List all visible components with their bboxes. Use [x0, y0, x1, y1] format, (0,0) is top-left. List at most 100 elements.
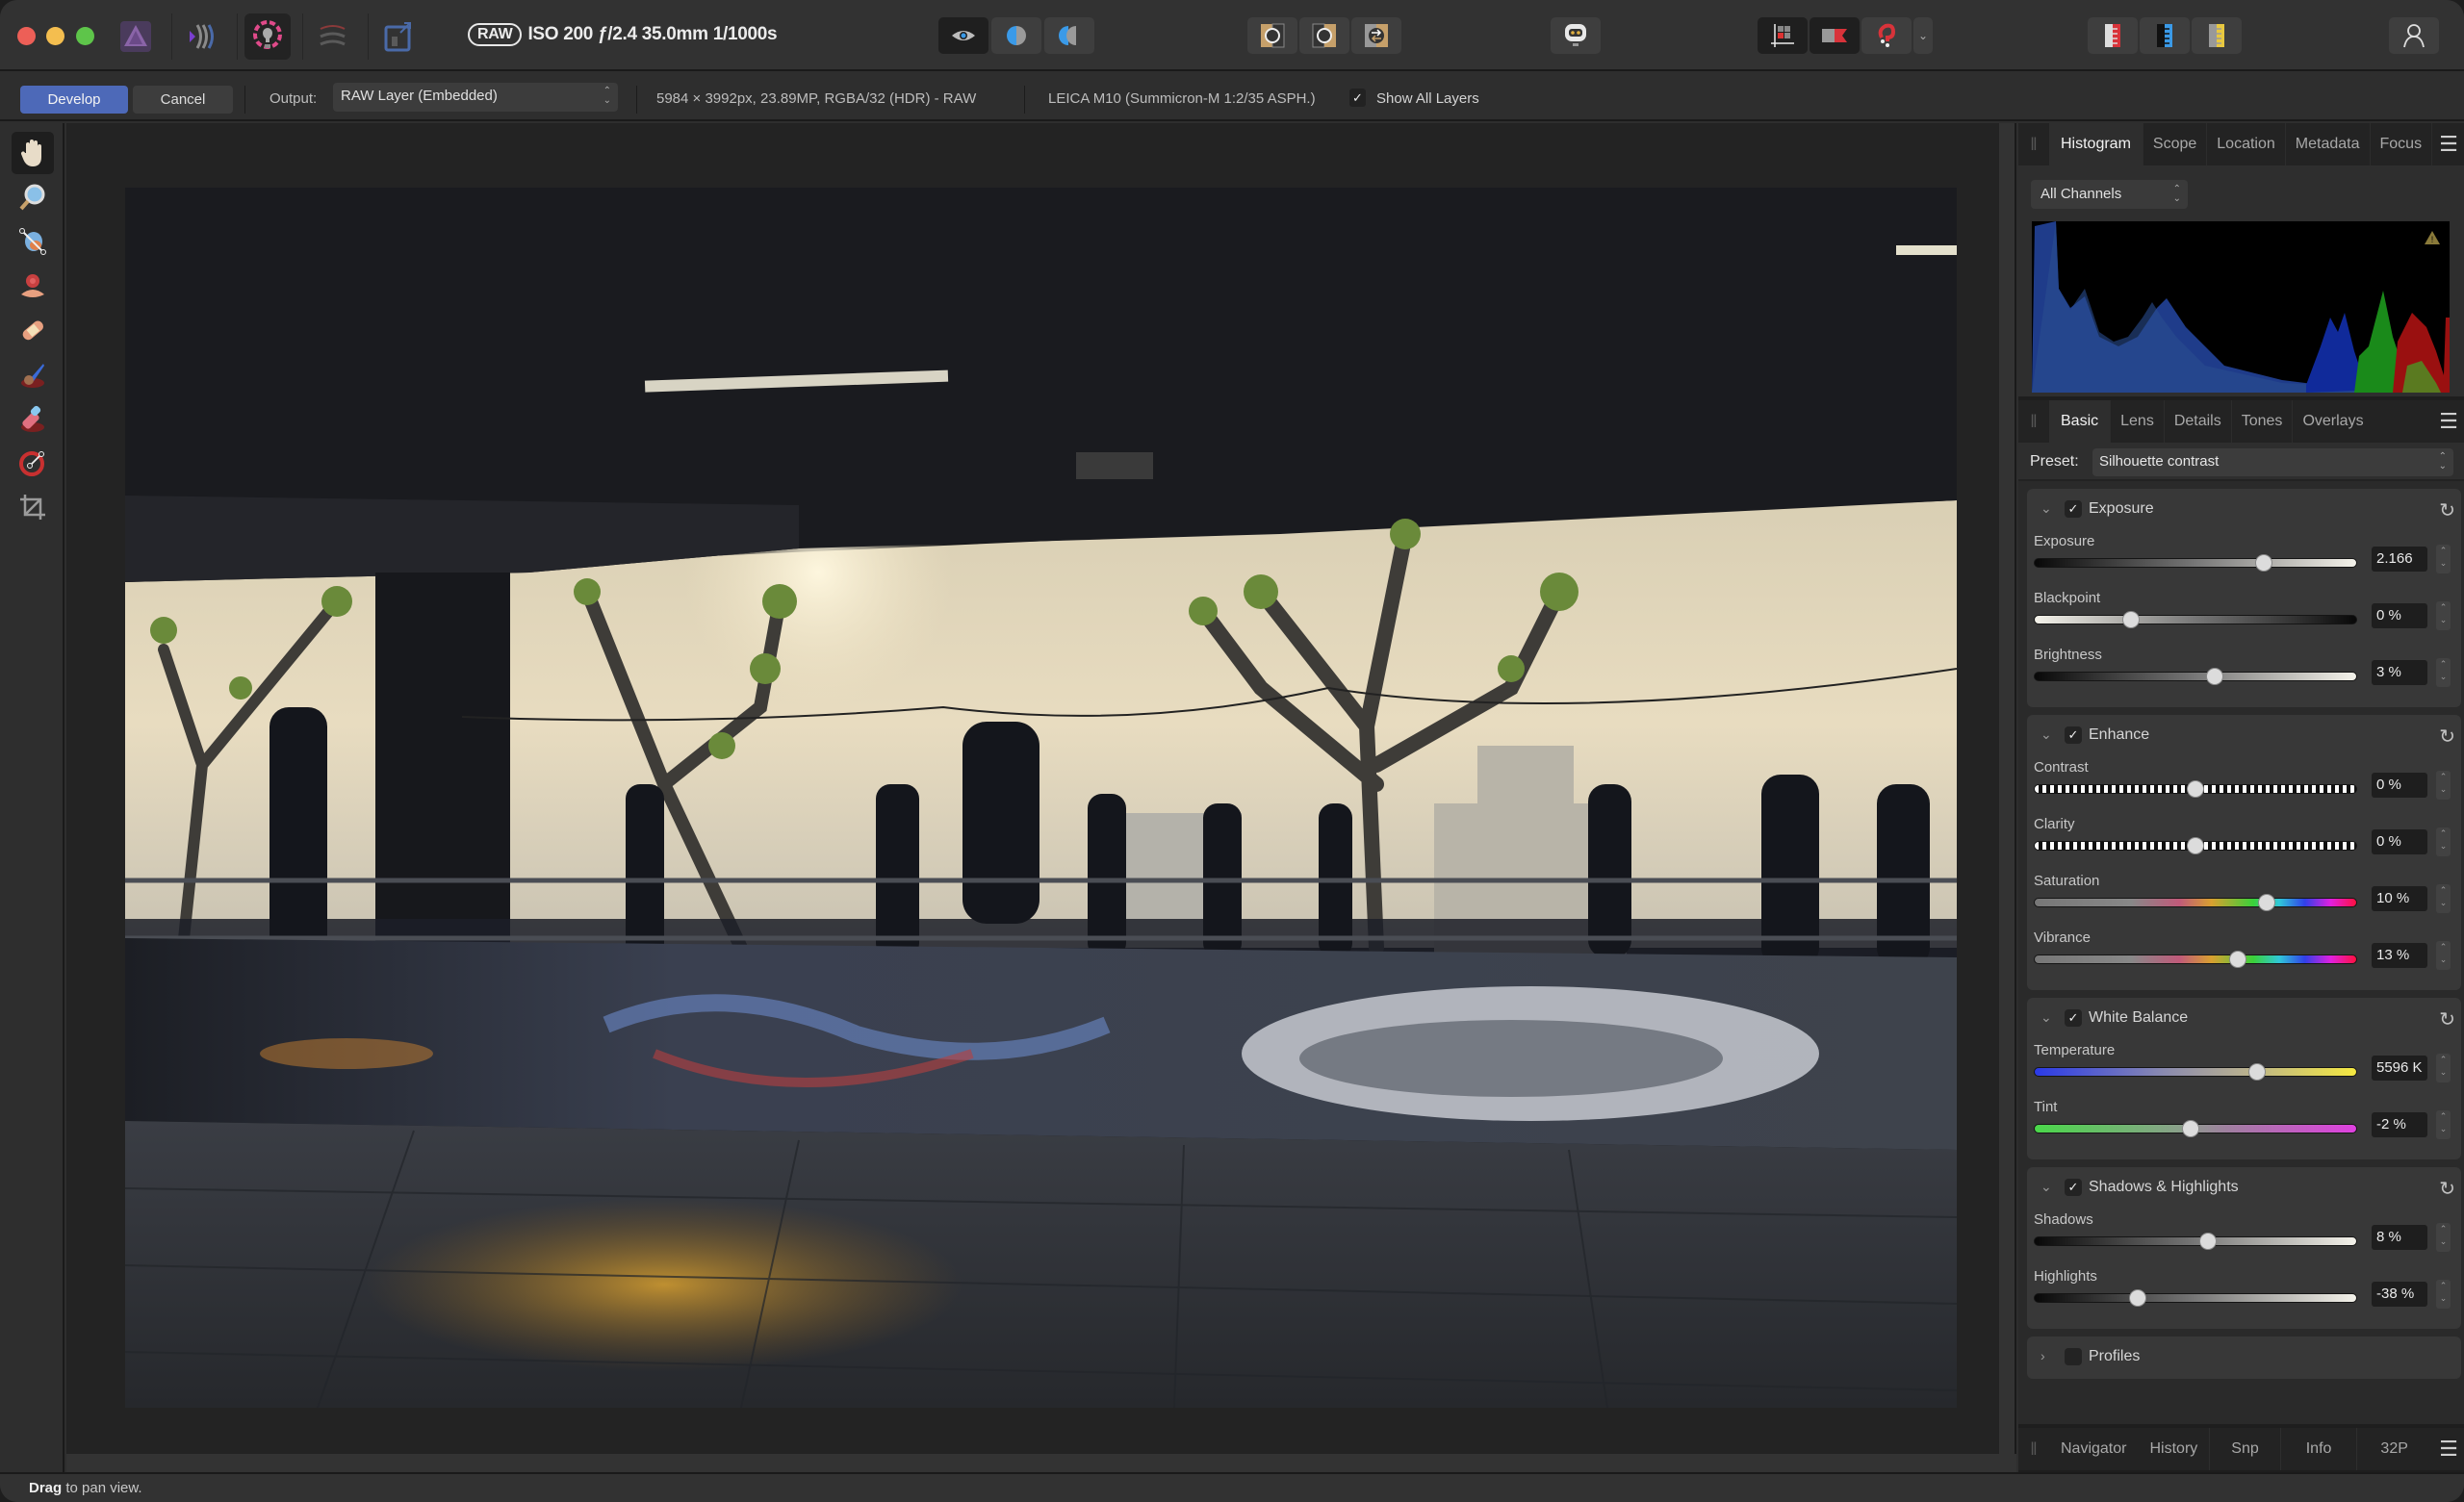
chevron-right-icon[interactable]: › [2040, 1348, 2045, 1363]
slider-thumb[interactable] [2187, 780, 2204, 798]
chevron-up-icon[interactable]: ⌃ [2440, 942, 2448, 952]
mirror-view-button[interactable] [1044, 17, 1094, 54]
slider-value-field[interactable]: 13 % [2372, 943, 2427, 968]
chevron-down-icon[interactable]: ⌄ [2440, 1124, 2448, 1133]
slider-thumb[interactable] [2257, 894, 2275, 911]
clipped-tones-button[interactable] [1758, 17, 1808, 54]
slider-thumb[interactable] [2128, 1289, 2146, 1307]
slider-stepper[interactable]: ⌃ ⌄ [2436, 1110, 2451, 1139]
panel-menu-icon[interactable]: ☰ [2433, 123, 2464, 165]
slider-value-field[interactable]: 0 % [2372, 603, 2427, 628]
chevron-up-icon[interactable]: ⌃ [2440, 1281, 2448, 1290]
slider-thumb[interactable] [2247, 1063, 2266, 1081]
grip-icon[interactable]: ‖ [2018, 123, 2049, 165]
account-button[interactable] [2389, 17, 2439, 54]
preset-select[interactable]: Silhouette contrast ⌃ ⌄ [2092, 448, 2453, 476]
paste-settings-button[interactable] [1299, 17, 1349, 54]
group-header[interactable]: ⌄ ✓ Enhance ↻ [2027, 715, 2461, 755]
slider-track[interactable] [2034, 558, 2357, 568]
tab-scope[interactable]: Scope [2143, 123, 2208, 165]
slider-track[interactable] [2034, 1293, 2357, 1303]
clipping-options-dropdown[interactable]: ⌄ [1913, 17, 1933, 54]
canvas[interactable] [66, 123, 1999, 1454]
group-enable-checkbox[interactable]: ✓ [2065, 500, 2082, 518]
slider-stepper[interactable]: ⌃ ⌄ [2436, 545, 2451, 573]
slider-thumb[interactable] [2254, 554, 2272, 572]
slider-track[interactable] [2034, 615, 2357, 624]
tab-location[interactable]: Location [2207, 123, 2286, 165]
liquify-persona-button[interactable] [179, 13, 225, 60]
tab-focus[interactable]: Focus [2371, 123, 2433, 165]
close-window-button[interactable] [17, 27, 36, 45]
chevron-down-icon[interactable]: ⌄ [2440, 955, 2448, 964]
overlay-paint-tool[interactable] [12, 309, 54, 351]
slider-track[interactable] [2034, 672, 2357, 681]
view-tool[interactable] [12, 132, 54, 174]
blemish-removal-tool[interactable] [12, 265, 54, 307]
grip-icon[interactable]: ‖ [2018, 1428, 2049, 1470]
slider-value-field[interactable]: -38 % [2372, 1282, 2427, 1307]
chevron-down-icon[interactable]: ⌄ [2040, 500, 2052, 517]
slider-stepper[interactable]: ⌃ ⌄ [2436, 1223, 2451, 1252]
chevron-down-icon[interactable]: ⌄ [2440, 1236, 2448, 1246]
swap-settings-button[interactable] [1351, 17, 1401, 54]
grip-icon[interactable]: ‖ [2018, 400, 2049, 443]
tab-metadata[interactable]: Metadata [2286, 123, 2371, 165]
panel-menu-icon[interactable]: ☰ [2433, 1428, 2464, 1470]
tab-histogram[interactable]: Histogram [2049, 123, 2143, 165]
chevron-down-icon[interactable]: ⌄ [2040, 1009, 2052, 1026]
tab-snapshots[interactable]: Snp [2210, 1428, 2281, 1470]
export-persona-button[interactable] [375, 13, 422, 60]
tab-navigator[interactable]: Navigator [2049, 1428, 2138, 1470]
slider-thumb[interactable] [2228, 951, 2246, 968]
group-enable-checkbox[interactable] [2065, 1348, 2082, 1365]
slider-stepper[interactable]: ⌃ ⌄ [2436, 1054, 2451, 1082]
slider-track[interactable] [2034, 1236, 2357, 1246]
chevron-up-icon[interactable]: ⌃ [2440, 659, 2448, 669]
chevron-down-icon[interactable]: ⌄ [2440, 558, 2448, 568]
copy-settings-button[interactable] [1247, 17, 1297, 54]
develop-persona-button[interactable] [244, 13, 291, 60]
slider-value-field[interactable]: 2.166 [2372, 547, 2427, 572]
clipped-shadows-button[interactable] [1861, 17, 1912, 54]
slider-stepper[interactable]: ⌃ ⌄ [2436, 771, 2451, 800]
chevron-down-icon[interactable]: ⌄ [2440, 784, 2448, 794]
slider-track[interactable] [2034, 898, 2357, 907]
chevron-down-icon[interactable]: ⌄ [2440, 898, 2448, 907]
tab-basic[interactable]: Basic [2049, 400, 2112, 443]
tab-history[interactable]: History [2138, 1428, 2211, 1470]
slider-value-field[interactable]: 5596 K [2372, 1056, 2427, 1081]
overlay-gradient-tool[interactable] [12, 442, 54, 484]
group-header[interactable]: ⌄ ✓ White Balance ↻ [2027, 998, 2461, 1038]
chevron-up-icon[interactable]: ⌃ [2440, 772, 2448, 781]
tab-32p[interactable]: 32P [2357, 1428, 2430, 1470]
yellow-channel-button[interactable] [2192, 17, 2242, 54]
reset-icon[interactable]: ↻ [2439, 1007, 2455, 1031]
slider-thumb[interactable] [2181, 1120, 2199, 1137]
chevron-down-icon[interactable]: ⌄ [2440, 1293, 2448, 1303]
reset-icon[interactable]: ↻ [2439, 498, 2455, 522]
group-header[interactable]: › Profiles [2027, 1337, 2461, 1377]
group-enable-checkbox[interactable]: ✓ [2065, 726, 2082, 744]
chevron-up-icon[interactable]: ⌃ [2440, 1224, 2448, 1234]
chevron-up-icon[interactable]: ⌃ [2440, 602, 2448, 612]
overlay-erase-tool[interactable] [12, 397, 54, 440]
group-enable-checkbox[interactable]: ✓ [2065, 1009, 2082, 1027]
output-select[interactable]: RAW Layer (Embedded) ⌃ ⌄ [333, 83, 618, 112]
chevron-up-icon[interactable]: ⌃ [2440, 1111, 2448, 1121]
slider-stepper[interactable]: ⌃ ⌄ [2436, 601, 2451, 630]
zoom-tool[interactable] [12, 176, 54, 218]
overlay-brush-tool[interactable] [12, 353, 54, 395]
channel-select[interactable]: All Channels ⌃ ⌄ [2031, 180, 2188, 209]
slider-value-field[interactable]: 8 % [2372, 1225, 2427, 1250]
chevron-down-icon[interactable]: ⌄ [2440, 1067, 2448, 1077]
maximize-window-button[interactable] [76, 27, 94, 45]
slider-thumb[interactable] [2187, 837, 2204, 854]
develop-button[interactable]: Develop [20, 86, 128, 114]
chevron-down-icon[interactable]: ⌄ [2040, 726, 2052, 743]
tab-overlays[interactable]: Overlays [2293, 400, 2373, 443]
chevron-up-icon[interactable]: ⌃ [2440, 885, 2448, 895]
reset-icon[interactable]: ↻ [2439, 725, 2455, 749]
tab-tones[interactable]: Tones [2232, 400, 2294, 443]
slider-track[interactable] [2034, 1067, 2357, 1077]
